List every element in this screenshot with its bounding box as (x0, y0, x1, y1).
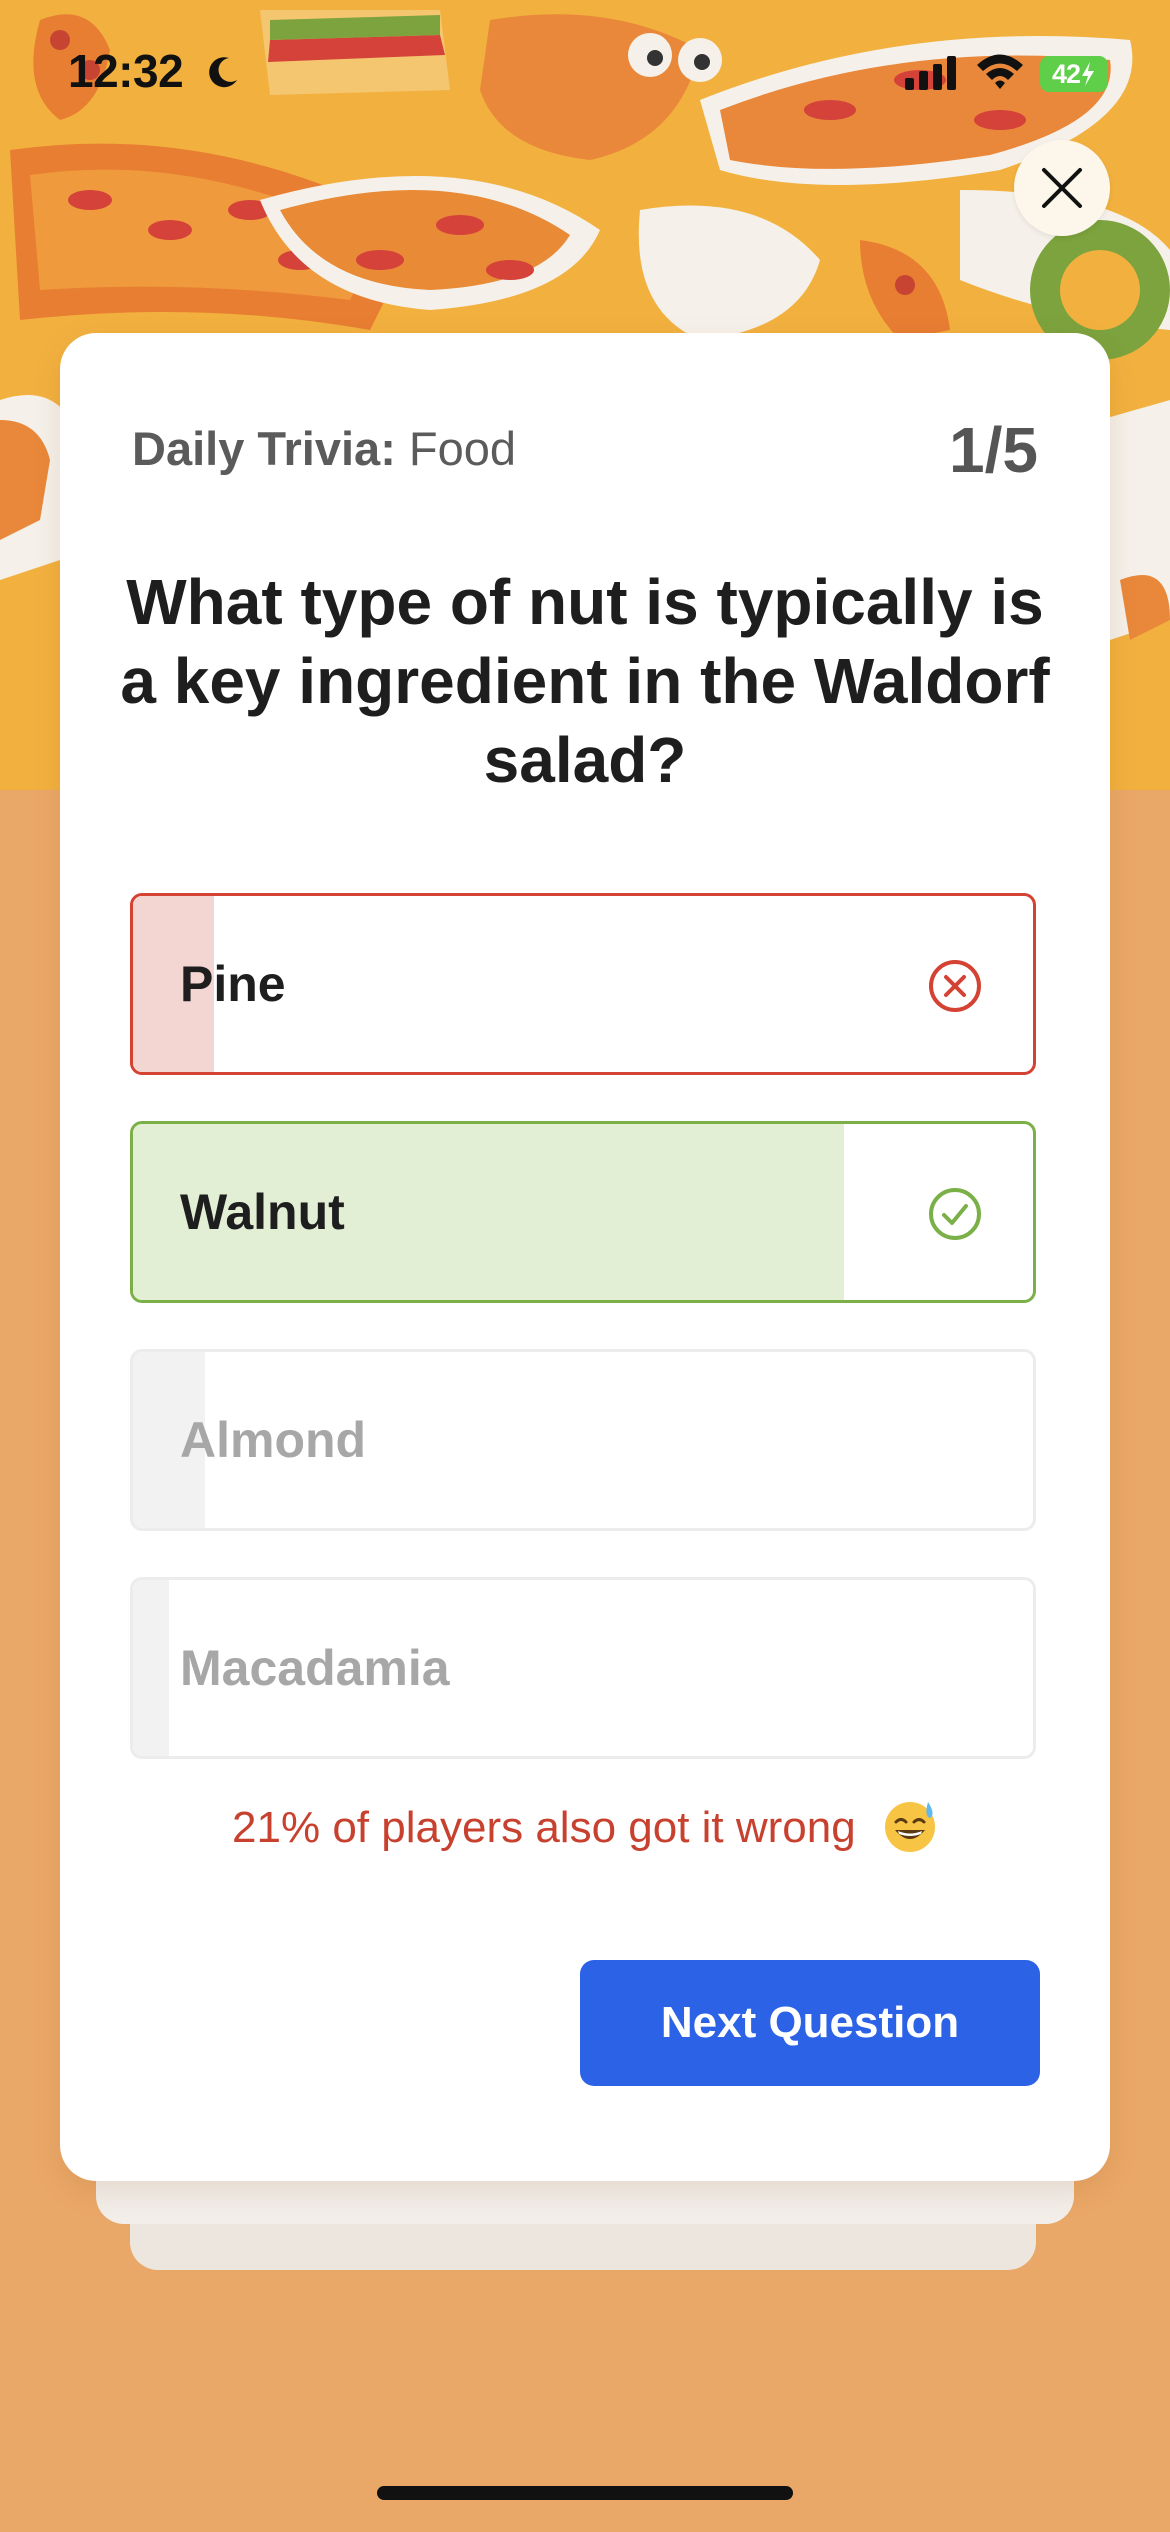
question-progress: 1/5 (949, 414, 1038, 486)
result-message-text: 21% of players also got it wrong (232, 1803, 856, 1852)
trivia-title-label: Daily Trivia: (132, 422, 396, 475)
wifi-icon (977, 54, 1023, 89)
moon-icon (209, 57, 237, 88)
home-indicator[interactable] (377, 2486, 793, 2500)
status-bar: 12:32 42 (0, 0, 1170, 150)
wrong-x-icon (929, 960, 981, 1012)
cellular-signal-icon (905, 56, 956, 90)
charging-bolt-icon (1082, 62, 1095, 86)
result-message: 21% of players also got it wrong (60, 1802, 1110, 1854)
answer-option-almond[interactable]: Almond (130, 1349, 1036, 1531)
question-text: What type of nut is typically is a key i… (120, 566, 1050, 796)
answer-option-macadamia[interactable]: Macadamia (130, 1577, 1036, 1759)
answer-percentage-bar (133, 1580, 169, 1756)
battery-level: 42 (1051, 58, 1081, 89)
answer-label: Walnut (180, 1184, 345, 1240)
answer-label: Macadamia (180, 1640, 450, 1696)
status-time: 12:32 (68, 45, 184, 97)
answer-option-walnut[interactable]: Walnut (130, 1121, 1036, 1303)
correct-check-icon (929, 1188, 981, 1240)
close-button[interactable] (1014, 140, 1110, 236)
close-icon (1042, 168, 1082, 208)
trivia-title: Daily Trivia: Food (132, 421, 516, 476)
answer-label: Almond (180, 1412, 367, 1468)
sweat-smile-emoji-icon (884, 1802, 935, 1853)
answer-option-pine[interactable]: Pine (130, 893, 1036, 1075)
answer-label: Pine (180, 956, 286, 1012)
battery-indicator: 42 (1040, 56, 1108, 92)
card-header: Daily Trivia: Food 1/5 (132, 413, 1038, 493)
trivia-card: Daily Trivia: Food 1/5 What type of nut … (60, 333, 1110, 2181)
trivia-category: Food (408, 422, 517, 475)
next-question-button[interactable]: Next Question (580, 1960, 1040, 2086)
